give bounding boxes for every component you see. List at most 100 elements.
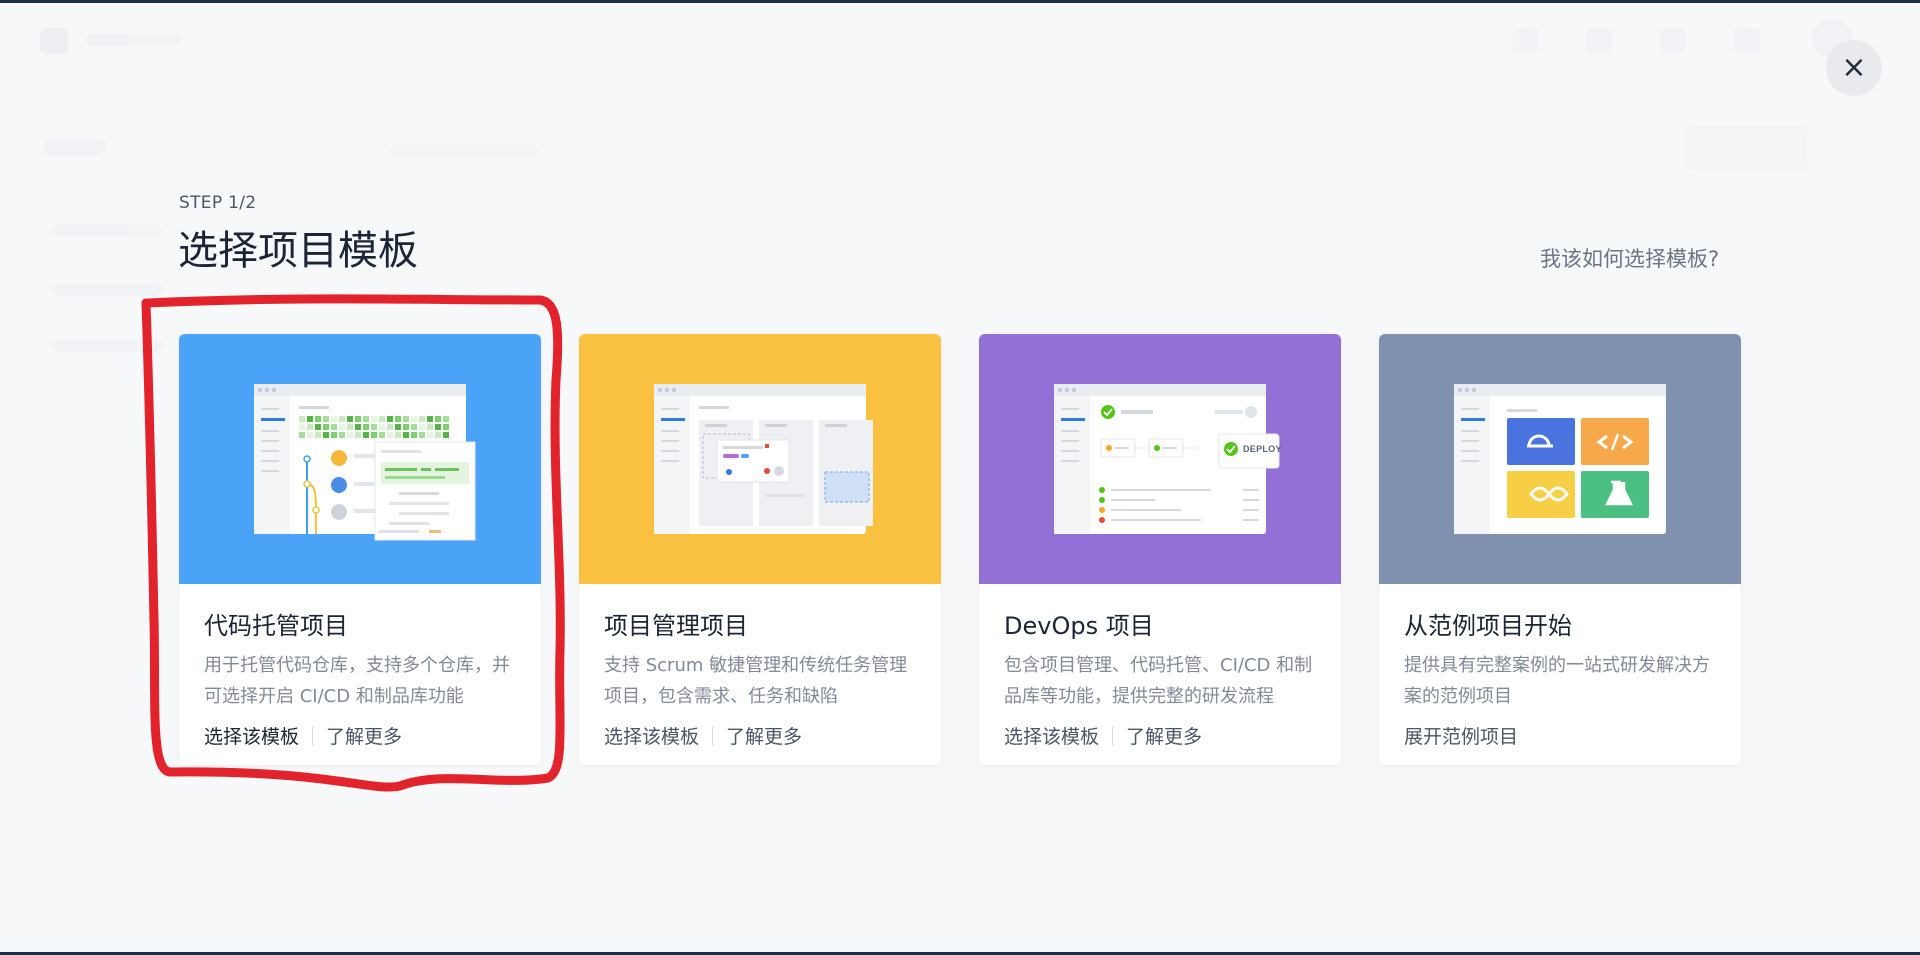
learn-more-link[interactable]: 了解更多 [326, 722, 402, 749]
select-template-link[interactable]: 选择该模板 [604, 722, 699, 749]
card-title: 从范例项目开始 [1404, 612, 1572, 640]
learn-more-link[interactable]: 了解更多 [1126, 722, 1202, 749]
contribution-cell [299, 416, 305, 422]
devops-illustration [1054, 384, 1280, 534]
page-title: 选择项目模板 [178, 228, 418, 274]
card-actions: 展开范例项目 [1404, 722, 1518, 749]
contribution-cell [435, 432, 441, 438]
example-project-illustration [1454, 384, 1666, 534]
card-description: 包含项目管理、代码托管、CI/CD 和制品库等功能，提供完整的研发流程 [1004, 655, 1313, 707]
contribution-cell [443, 416, 449, 422]
card-body: 项目管理项目 支持 Scrum 敏捷管理和传统任务管理项目，包含需求、任务和缺陷 [604, 606, 923, 712]
contribution-cell [387, 416, 393, 422]
cloud-icon [1507, 418, 1575, 465]
template-card-project-management[interactable]: 项目管理项目 支持 Scrum 敏捷管理和传统任务管理项目，包含需求、任务和缺陷… [579, 334, 941, 765]
select-template-link[interactable]: 选择该模板 [204, 722, 299, 749]
template-card-example-project[interactable]: 从范例项目开始 提供具有完整案例的一站式研发解决方案的范例项目 展开范例项目 [1379, 334, 1741, 765]
close-button[interactable]: × [1826, 40, 1882, 96]
contribution-cell [347, 432, 353, 438]
contribution-cell [435, 424, 441, 430]
card-body: 从范例项目开始 提供具有完整案例的一站式研发解决方案的范例项目 [1404, 606, 1723, 712]
contribution-cell [355, 416, 361, 422]
contribution-cell [339, 424, 345, 430]
contribution-cell [379, 432, 385, 438]
template-card-code-hosting[interactable]: 代码托管项目 用于托管代码仓库，支持多个仓库，并可选择开启 CI/CD 和制品库… [179, 334, 541, 765]
card-description: 支持 Scrum 敏捷管理和传统任务管理项目，包含需求、任务和缺陷 [604, 655, 908, 707]
contribution-cell [403, 432, 409, 438]
contribution-cell [371, 424, 377, 430]
contribution-cell [371, 416, 377, 422]
contribution-cell [323, 424, 329, 430]
contribution-cell [427, 424, 433, 430]
select-template-link[interactable]: 选择该模板 [1004, 722, 1099, 749]
contribution-cell [419, 416, 425, 422]
card-illustration [1379, 334, 1741, 584]
code-hosting-illustration [254, 384, 476, 541]
contribution-cell [411, 416, 417, 422]
contribution-cell [323, 432, 329, 438]
background-sidebar-item [52, 224, 162, 236]
contribution-cell [387, 432, 393, 438]
contribution-cell [363, 432, 369, 438]
background-tab [44, 138, 106, 156]
contribution-cell [331, 416, 337, 422]
contribution-cell [307, 416, 313, 422]
project-management-illustration [654, 384, 873, 534]
contribution-cell [395, 432, 401, 438]
contribution-cell [307, 432, 313, 438]
card-actions: 选择该模板 了解更多 [204, 722, 402, 749]
template-card-devops[interactable]: DEPLOY DevOps 项目 包含项目管理、代码托管、CI/CD 和制品库等… [979, 334, 1341, 765]
contribution-cell [331, 424, 337, 430]
contribution-cell [419, 432, 425, 438]
contribution-cell [315, 424, 321, 430]
card-illustration: DEPLOY [979, 334, 1341, 584]
contribution-cell [347, 416, 353, 422]
contribution-cell [299, 424, 305, 430]
nav-icon [1734, 28, 1760, 54]
contribution-cell [379, 424, 385, 430]
contribution-cell [331, 432, 337, 438]
contribution-cell [315, 416, 321, 422]
step-indicator: STEP 1/2 [179, 193, 257, 213]
learn-more-link[interactable]: 了解更多 [726, 722, 802, 749]
expand-example-projects-link[interactable]: 展开范例项目 [1404, 722, 1518, 749]
contribution-cell [403, 416, 409, 422]
card-illustration [579, 334, 941, 584]
card-body: 代码托管项目 用于托管代码仓库，支持多个仓库，并可选择开启 CI/CD 和制品库… [204, 606, 523, 712]
contribution-cell [395, 416, 401, 422]
contribution-cell [379, 416, 385, 422]
card-title: DevOps 项目 [1004, 612, 1154, 640]
contribution-cell [411, 424, 417, 430]
contribution-cell [403, 424, 409, 430]
contribution-cell [347, 424, 353, 430]
card-description: 提供具有完整案例的一站式研发解决方案的范例项目 [1404, 655, 1710, 707]
divider [712, 725, 714, 746]
app-logo [40, 28, 68, 54]
background-sidebar-item [52, 340, 162, 352]
card-body: DevOps 项目 包含项目管理、代码托管、CI/CD 和制品库等功能，提供完整… [1004, 606, 1323, 712]
nav-icon [1586, 28, 1612, 54]
card-title: 代码托管项目 [204, 612, 348, 640]
card-description: 用于托管代码仓库，支持多个仓库，并可选择开启 CI/CD 和制品库功能 [204, 655, 510, 707]
contribution-cell [371, 432, 377, 438]
card-illustration [179, 334, 541, 584]
contribution-cell [355, 424, 361, 430]
contribution-cell [363, 424, 369, 430]
contribution-cell [307, 424, 313, 430]
contribution-cell [411, 432, 417, 438]
deploy-badge-label: DEPLOY [1243, 444, 1282, 454]
contribution-cell [323, 416, 329, 422]
contribution-cell [435, 416, 441, 422]
help-link[interactable]: 我该如何选择模板? [1540, 243, 1719, 273]
app-logo-text [86, 34, 182, 46]
contribution-cell [299, 432, 305, 438]
contribution-cell [395, 424, 401, 430]
contribution-cell [387, 424, 393, 430]
contribution-cell [419, 424, 425, 430]
close-icon: × [1841, 50, 1867, 85]
nav-icon [1660, 28, 1686, 54]
contribution-cell [339, 416, 345, 422]
divider [312, 725, 314, 746]
background-filter [390, 144, 538, 156]
contribution-cell [363, 416, 369, 422]
